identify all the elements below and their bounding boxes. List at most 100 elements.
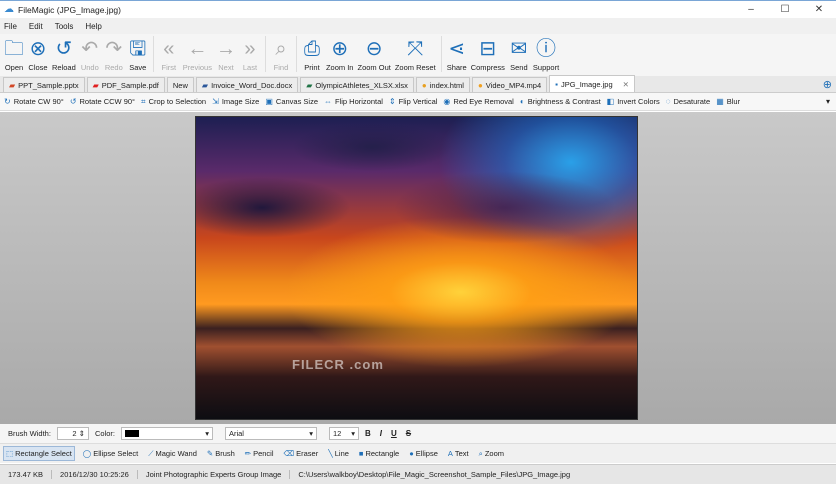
red-eye-removal-button[interactable]: ◉ Red Eye Removal [443,97,513,106]
rectangle-tool[interactable]: ■ Rectangle [357,447,401,460]
text-icon: A [447,449,453,458]
eraser-tool[interactable]: ⌫ Eraser [282,447,321,460]
compress-icon: ⊟ [479,38,497,60]
tab-olympicathletes-xlsx-xlsx[interactable]: ▰ OlympicAthletes_XLSX.xlsx [300,77,414,92]
file-type-icon: ▰ [306,80,313,90]
close-button[interactable]: ⊗ Close [26,36,50,72]
line-icon: ╲ [328,449,333,458]
image-tool-label: Blur [726,97,741,106]
tab-new[interactable]: New [166,77,194,92]
tab-jpg-image-jpg[interactable]: ▪ JPG_Image.jpg ✕ [549,75,635,92]
maximize-button[interactable]: ☐ [768,4,802,15]
image-canvas[interactable]: FILECR .com [0,112,836,424]
rotate-ccw-90-button[interactable]: ↺ Rotate CCW 90° [70,97,135,106]
line-tool[interactable]: ╲ Line [326,447,351,460]
strikethrough-button[interactable]: S [406,429,411,438]
toolbar-label: Next [218,63,234,72]
zoom-out-button[interactable]: ⊖ Zoom Out [355,36,392,72]
tool-label: Text [454,449,469,458]
close-tab-icon[interactable]: ✕ [623,80,629,89]
color-select[interactable]: ▾ [120,427,213,440]
toolbar-separator [264,36,266,72]
canvas-size-button[interactable]: ▣ Canvas Size [265,97,318,106]
rectangle-select-tool[interactable]: ⬚ Rectangle Select [3,446,75,461]
tab-pdf-sample-pdf[interactable]: ▰ PDF_Sample.pdf [86,77,165,92]
pencil-tool[interactable]: ✏ Pencil [243,447,276,460]
next-button[interactable]: → Next [214,36,238,72]
close-window-button[interactable]: ✕ [802,4,836,15]
tool-label: Ellipse [415,449,438,458]
tab-index-html[interactable]: ● index.html [415,77,470,92]
add-tab-icon[interactable]: ⊕ [823,78,832,91]
tab-video-mp4-mp4[interactable]: ● Video_MP4.mp4 [471,77,548,92]
tab-label: PPT_Sample.pptx [18,80,79,90]
canvas-size-icon: ▣ [265,97,273,106]
image-tool-label: Rotate CCW 90° [79,97,136,106]
toolbar-label: Open [4,63,24,72]
desaturate-button[interactable]: ◌ Desaturate [666,97,710,106]
blur-button[interactable]: ▦ Blur [716,97,740,106]
toolbar-separator [295,36,297,72]
magic-wand-tool[interactable]: ⟋ Magic Wand [146,447,199,461]
font-size-select[interactable]: 12 ▾ [328,427,359,440]
crop-to-selection-button[interactable]: ⌗ Crop to Selection [141,97,206,107]
menu-help[interactable]: Help [85,22,101,31]
ellipse-tool[interactable]: ● Ellipse [407,447,440,460]
image-tool-label: Invert Colors [617,97,660,106]
image-toolbar: ↻ Rotate CW 90° ↺ Rotate CCW 90° ⌗ Crop to Se… [0,93,836,111]
invert-colors-button[interactable]: ◧ Invert Colors [607,97,660,106]
sunset-photo: FILECR .com [195,116,638,420]
brightness-contrast-button[interactable]: ◐ Brightness & Contrast [520,97,601,106]
photo-clouds [196,117,637,419]
tab-label: Video_MP4.mp4 [485,80,542,90]
support-button[interactable]: ⓘ Support [531,36,561,72]
flip-vertical-button[interactable]: ⇕ Flip Vertical [389,97,437,106]
tab-ppt-sample-pptx[interactable]: ▰ PPT_Sample.pptx [3,77,85,92]
image-tool-label: Image Size [221,97,260,106]
file-type-icon: ▰ [9,80,16,90]
first-button[interactable]: « First [157,36,181,72]
file-type-icon: ▪ [555,79,558,89]
compress-button[interactable]: ⊟ Compress [469,36,507,72]
toolbar-label: Last [242,63,258,72]
ellipse-select-tool[interactable]: ◯ Ellipse Select [81,447,140,460]
redo-button[interactable]: ↷ Redo [102,36,126,72]
previous-button[interactable]: ← Previous [181,36,214,72]
rotate-cw-90-button[interactable]: ↻ Rotate CW 90° [4,97,64,106]
rectangle-select-icon: ⬚ [6,449,14,458]
brush-tool[interactable]: ✎ Brush [205,447,237,460]
reload-button[interactable]: ↺ Reload [50,36,78,72]
flip-vertical-icon: ⇕ [388,97,396,106]
search-icon: ⌕ [275,38,287,60]
send-button[interactable]: ✉ Send [507,36,531,72]
more-tools-chevron-icon[interactable]: ▾ [826,97,830,106]
underline-button[interactable]: U [391,429,397,438]
brush-width-stepper[interactable]: 2 ⇕ [56,427,89,440]
mail-icon: ✉ [510,38,528,60]
red-eye-removal-icon: ◉ [443,97,451,106]
menu-file[interactable]: File [4,22,17,31]
zoom-in-button[interactable]: ⊕ Zoom In [324,36,356,72]
minimize-button[interactable]: – [734,4,768,15]
text-tool[interactable]: A Text [446,447,471,460]
zoom-reset-button[interactable]: ⤧ Zoom Reset [393,36,438,72]
zoom-tool[interactable]: ⌕ Zoom [477,447,506,461]
last-button[interactable]: » Last [238,36,262,72]
printer-icon: ⎙ [303,38,320,60]
share-button[interactable]: ⋖ Share [445,36,469,72]
bold-button[interactable]: B [365,429,371,438]
toolbar-label: Share [446,63,467,72]
flip-horizontal-button[interactable]: ⇔ Flip Horizontal [324,97,383,106]
open-button[interactable]: 🗀 Open [2,36,26,72]
menu-edit[interactable]: Edit [29,22,43,31]
italic-button[interactable]: I [380,429,382,438]
image-size-button[interactable]: ⇲ Image Size [212,97,259,106]
font-select[interactable]: Arial ▾ [224,427,317,440]
print-button[interactable]: ⎙ Print [300,36,324,72]
menu-tools[interactable]: Tools [55,22,74,31]
tool-label: Magic Wand [155,449,197,458]
save-button[interactable]: 🖫 Save [126,36,150,72]
find-button[interactable]: ⌕ Find [269,36,293,72]
tab-invoice-word-doc-docx[interactable]: ▰ Invoice_Word_Doc.docx [195,77,299,92]
undo-button[interactable]: ↶ Undo [78,36,102,72]
